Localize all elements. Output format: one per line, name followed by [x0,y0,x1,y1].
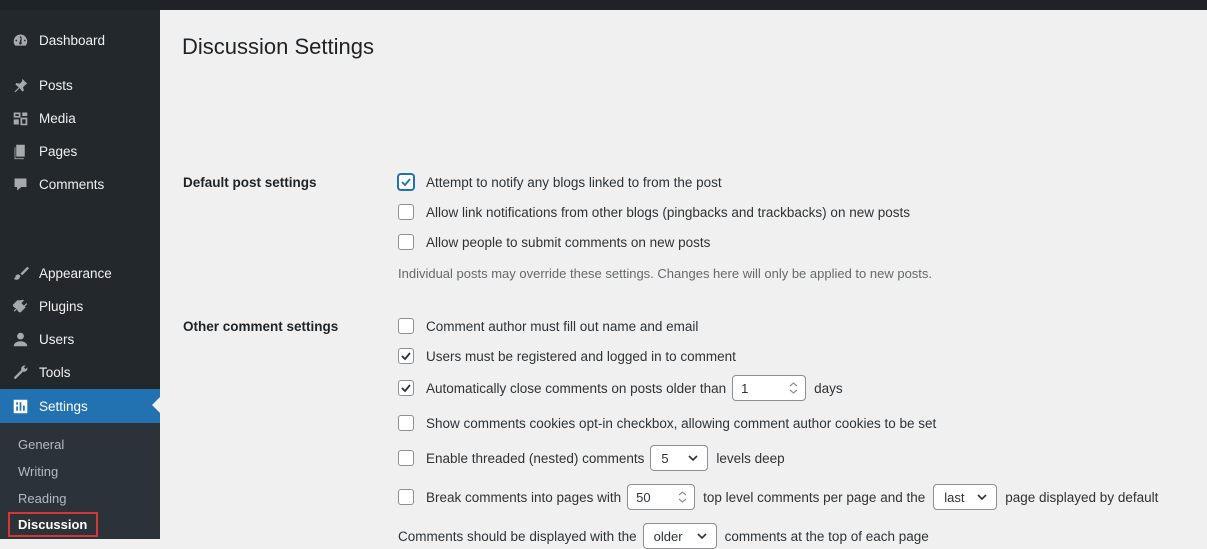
sidebar-item-label: Appearance [39,265,112,281]
submenu-label: Writing [18,463,59,479]
sidebar-item-settings[interactable]: Settings [0,389,160,423]
sidebar-item-dashboard[interactable]: Dashboard [0,24,160,56]
sidebar-item-label: Settings [39,398,88,414]
threaded-checkbox[interactable] [398,450,414,466]
sidebar-item-appearance[interactable]: Appearance [0,257,160,289]
paging-checkbox[interactable] [398,489,414,505]
thread-depth-select[interactable]: 5 [650,445,709,471]
option-label: Users must be registered and logged in t… [426,348,736,364]
settings-icon [10,396,30,416]
chevron-down-icon [696,530,708,542]
sidebar-item-label: Posts [39,77,73,93]
default-page-value: last [944,489,965,505]
sidebar-item-label: Tools [39,364,71,380]
sidebar-item-users[interactable]: Users [0,323,160,355]
main-content: Discussion Settings Default post setting… [160,10,1207,549]
comments-per-page-input[interactable]: 50 [627,484,696,510]
option-label: Comments should be displayed with the [398,528,637,544]
option-label: Show comments cookies opt-in checkbox, a… [426,415,937,431]
paintbrush-icon [10,263,30,283]
sidebar-item-media[interactable]: Media [0,102,160,134]
spinner-icon[interactable] [787,380,799,396]
other-comment-settings-label: Other comment settings [183,319,339,334]
option-label: Automatically close comments on posts ol… [426,380,727,396]
sidebar-item-comments[interactable]: Comments [0,168,160,200]
allow-comments-checkbox[interactable] [398,234,414,250]
auto-close-option[interactable]: Automatically close comments on posts ol… [398,375,843,401]
sidebar-item-label: Users [39,331,75,347]
close-days-value: 1 [741,380,749,396]
option-label: Break comments into pages with [426,489,622,505]
comment-order-select[interactable]: older [642,523,717,549]
users-icon [10,329,30,349]
pingbacks-option[interactable]: Allow link notifications from other blog… [398,200,910,224]
chevron-down-icon [976,491,988,503]
option-label: Enable threaded (nested) comments [426,450,645,466]
active-indicator [152,397,160,413]
option-label: top level comments per page and the [703,489,926,505]
notify-blogs-option[interactable]: Attempt to notify any blogs linked to fr… [398,170,722,194]
comment-order-option: Comments should be displayed with the ol… [398,523,929,549]
sidebar-item-label: Pages [39,143,78,159]
allow-comments-option[interactable]: Allow people to submit comments on new p… [398,230,710,254]
paging-option[interactable]: Break comments into pages with 50 top le… [398,484,1159,510]
close-days-input[interactable]: 1 [732,375,807,401]
auto-close-checkbox[interactable] [398,380,414,396]
notify-blogs-checkbox[interactable] [398,174,414,190]
sidebar-item-label: Dashboard [39,32,106,48]
admin-bar [0,0,1207,10]
submenu-label: Reading [18,490,67,506]
submenu-item-general[interactable]: General [0,431,160,457]
author-fill-checkbox[interactable] [398,318,414,334]
default-post-description: Individual posts may override these sett… [398,266,933,281]
threaded-option[interactable]: Enable threaded (nested) comments 5 leve… [398,445,785,471]
sidebar-item-label: Media [39,110,76,126]
option-label: comments at the top of each page [724,528,929,544]
cookies-checkbox[interactable] [398,415,414,431]
default-post-settings-label: Default post settings [183,175,317,190]
admin-sidebar: Dashboard Posts Media Pages Comments App… [0,10,160,539]
submenu-item-writing[interactable]: Writing [0,458,160,484]
wrench-icon [10,362,30,382]
spinner-icon[interactable] [676,489,688,505]
plugin-icon [10,296,30,316]
comment-order-value: older [653,528,683,544]
default-page-select[interactable]: last [933,484,998,510]
pingbacks-checkbox[interactable] [398,204,414,220]
dashboard-icon [10,30,30,50]
media-icon [10,108,30,128]
author-fill-option[interactable]: Comment author must fill out name and em… [398,314,698,338]
sidebar-item-pages[interactable]: Pages [0,135,160,167]
submenu-item-discussion[interactable]: Discussion [0,511,160,537]
sidebar-item-label: Comments [39,176,105,192]
cookies-option[interactable]: Show comments cookies opt-in checkbox, a… [398,411,936,435]
option-label: Attempt to notify any blogs linked to fr… [426,174,722,190]
submenu-label: General [18,436,65,452]
sidebar-item-tools[interactable]: Tools [0,356,160,388]
option-label: levels deep [716,450,785,466]
page-title: Discussion Settings [182,34,374,59]
sidebar-item-plugins[interactable]: Plugins [0,290,160,322]
submenu-label: Discussion [8,511,99,537]
settings-submenu: General Writing Reading Discussion [0,423,160,539]
pin-icon [10,75,30,95]
option-label: Allow people to submit comments on new p… [426,234,711,250]
comments-per-page-value: 50 [636,489,651,505]
option-label: page displayed by default [1005,489,1159,505]
option-label: Allow link notifications from other blog… [426,204,910,220]
registered-option[interactable]: Users must be registered and logged in t… [398,344,736,368]
submenu-item-reading[interactable]: Reading [0,485,160,511]
comments-icon [10,174,30,194]
option-label: Comment author must fill out name and em… [426,318,699,334]
sidebar-item-posts[interactable]: Posts [0,69,160,101]
registered-checkbox[interactable] [398,348,414,364]
chevron-down-icon [687,452,699,464]
thread-depth-value: 5 [661,450,669,466]
pages-icon [10,141,30,161]
option-label: days [814,380,843,396]
sidebar-item-label: Plugins [39,298,84,314]
